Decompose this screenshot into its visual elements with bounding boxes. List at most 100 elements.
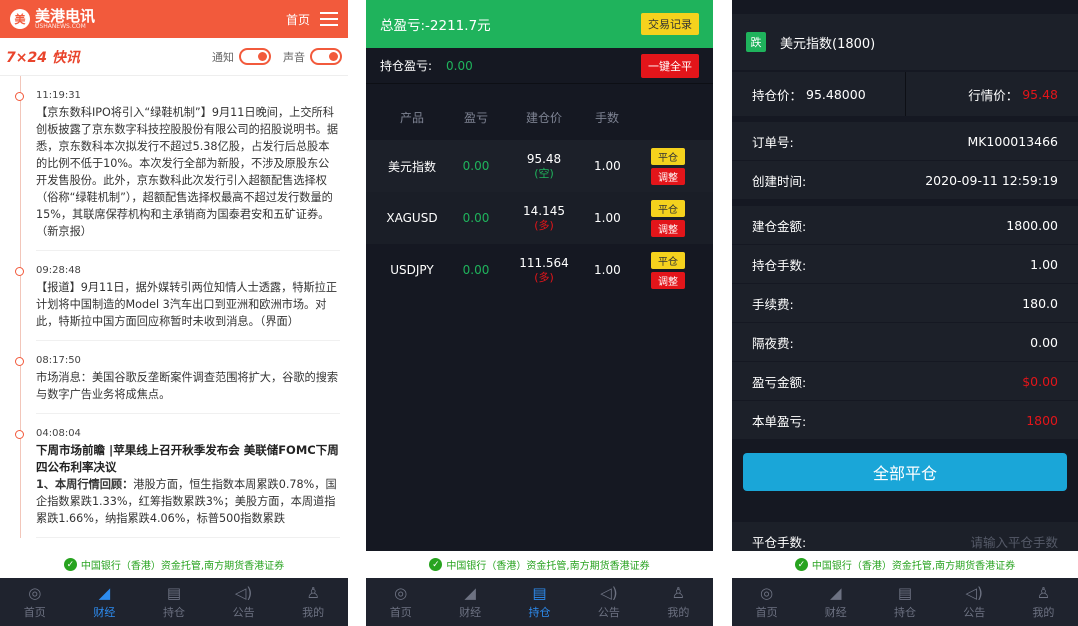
- shield-check-icon: ✓: [429, 558, 443, 571]
- nav-finance[interactable]: ◢ 财经: [435, 578, 504, 626]
- nav-finance[interactable]: ◢ 财经: [70, 578, 140, 626]
- nav-positions[interactable]: ▤ 持仓: [870, 578, 939, 626]
- lots-label: 持仓手数:: [752, 257, 807, 273]
- created-row: 创建时间: 2020-09-11 12:59:19: [732, 161, 1078, 200]
- timeline-dot-icon: [15, 92, 24, 101]
- news-text: 【京东数科IPO将引入“绿鞋机制”】9月11日晚间，上交所科创板披露了京东数字科…: [36, 106, 339, 238]
- news-time: 09:28:48: [36, 265, 81, 276]
- custody-text: 中国银行（香港）资金托管,南方期货香港证券: [446, 561, 650, 572]
- overnight-label: 隔夜费:: [752, 335, 794, 351]
- bottom-nav: ◎ 首页 ◢ 财经 ▤ 持仓 ◁) 公告 ♙ 我的: [732, 578, 1078, 626]
- adjust-button[interactable]: 调整: [651, 167, 685, 185]
- user-icon: ♙: [306, 583, 320, 602]
- order-title: 美元指数(1800): [780, 36, 876, 52]
- row-product: 美元指数: [387, 159, 436, 174]
- notify-label: 通知: [212, 50, 234, 64]
- nav-mine[interactable]: ♙ 我的: [278, 578, 348, 626]
- home-link[interactable]: 首页: [286, 11, 310, 28]
- news-item[interactable]: 04:08:04 下周市场前瞻 |苹果线上召开秋季发布会 美联储FOMC下周四公…: [15, 414, 340, 538]
- notify-toggle[interactable]: [239, 48, 271, 65]
- row-price-value: 111.564: [519, 255, 569, 270]
- adjust-button[interactable]: 调整: [651, 271, 685, 289]
- lots-row: 持仓手数: 1.00: [732, 245, 1078, 284]
- nav-mine[interactable]: ♙ 我的: [644, 578, 713, 626]
- globe-icon: ◎: [394, 583, 408, 602]
- position-icon: ▤: [166, 583, 182, 602]
- row-price-value: 14.145: [523, 203, 565, 218]
- menu-icon[interactable]: [320, 12, 338, 26]
- hold-pl-bar: 持仓盈亏: 0.00 一键全平: [366, 48, 713, 84]
- adjust-button[interactable]: 调整: [651, 219, 685, 237]
- row-pl: 0.00: [462, 159, 490, 173]
- position-icon: ▤: [532, 583, 547, 602]
- nav-home[interactable]: ◎ 首页: [732, 578, 801, 626]
- total-pl: 总盈亏:-2211.7元: [380, 18, 491, 34]
- news-item[interactable]: 09:28:48 【报道】9月11日，据外媒转引两位知情人士透露，特斯拉正计划将…: [15, 251, 340, 341]
- positions-header: 总盈亏:-2211.7元 交易记录: [366, 0, 713, 48]
- trade-records-button[interactable]: 交易记录: [641, 13, 699, 35]
- table-row[interactable]: 美元指数 0.00 95.48 (空) 1.00 平仓 调整: [366, 140, 713, 192]
- nav-notice[interactable]: ◁) 公告: [574, 578, 643, 626]
- close-position-button[interactable]: 平仓: [651, 147, 685, 165]
- close-position-button[interactable]: 平仓: [651, 251, 685, 269]
- close-all-position-button[interactable]: 全部平仓: [743, 453, 1067, 491]
- nav-label: 财经: [93, 605, 116, 619]
- overnight-row: 隔夜费: 0.00: [732, 323, 1078, 362]
- row-lots: 1.00: [594, 263, 621, 277]
- order-no: MK100013466: [967, 133, 1058, 149]
- overnight-value: 0.00: [1030, 334, 1058, 350]
- close-all-button[interactable]: 一键全平: [641, 53, 699, 78]
- nav-home[interactable]: ◎ 首页: [0, 578, 70, 626]
- nav-label: 财经: [824, 605, 847, 619]
- table-row[interactable]: XAGUSD 0.00 14.145 (多) 1.00 平仓 调整: [366, 192, 713, 244]
- row-side: (多): [534, 218, 554, 232]
- row-price: 111.564 (多): [494, 256, 594, 285]
- nav-positions[interactable]: ▤ 持仓: [505, 578, 574, 626]
- positions-screen: 总盈亏:-2211.7元 交易记录 持仓盈亏: 0.00 一键全平 产品 盈亏 …: [366, 0, 713, 626]
- shield-check-icon: ✓: [63, 558, 77, 571]
- logo-name: 美港电讯: [35, 6, 96, 25]
- pl-amount-label: 盈亏金额:: [752, 374, 807, 390]
- nav-positions[interactable]: ▤ 持仓: [139, 578, 209, 626]
- sound-toggle[interactable]: [310, 48, 342, 65]
- row-side: (多): [534, 270, 554, 284]
- row-product: USDJPY: [390, 263, 434, 277]
- row-price: 95.48 (空): [494, 152, 594, 181]
- speaker-icon: ◁): [965, 583, 983, 602]
- custody-banner: ✓ 中国银行（香港）资金托管,南方期货香港证券: [0, 551, 348, 578]
- close-position-button[interactable]: 平仓: [651, 199, 685, 217]
- nav-label: 我的: [302, 605, 325, 619]
- lots-value: 1.00: [1030, 256, 1058, 272]
- order-pl-label: 本单盈亏:: [752, 413, 807, 429]
- nav-mine[interactable]: ♙ 我的: [1009, 578, 1078, 626]
- globe-icon: ◎: [28, 583, 42, 602]
- row-pl: 0.00: [462, 263, 490, 277]
- nav-home[interactable]: ◎ 首页: [366, 578, 435, 626]
- logo-mark-icon: 美: [10, 9, 30, 29]
- close-lots-input[interactable]: 请输入平仓手数: [970, 532, 1058, 551]
- row-side: (空): [534, 166, 554, 180]
- news-text: 【报道】9月11日，据外媒转引两位知情人士透露，特斯拉正计划将中国制造的Mode…: [36, 281, 338, 328]
- news-time: 08:17:50: [36, 355, 81, 366]
- news-item[interactable]: 08:17:50 市场消息：美国谷歌反垄断案件调查范围将扩大，谷歌的搜索与数字广…: [15, 341, 340, 414]
- timeline-dot-icon: [15, 430, 24, 439]
- order-title-bar: 跌 美元指数(1800): [732, 14, 1078, 70]
- nav-label: 首页: [23, 605, 46, 619]
- news-item[interactable]: 11:19:31 【京东数科IPO将引入“绿鞋机制”】9月11日晚间，上交所科创…: [15, 76, 340, 251]
- custody-banner: ✓ 中国银行（香港）资金托管,南方期货香港证券: [732, 551, 1078, 578]
- app-logo: 美 美港电讯 USHANEWS.COM: [10, 6, 96, 30]
- nav-notice[interactable]: ◁) 公告: [209, 578, 279, 626]
- news-time: 11:19:31: [36, 90, 81, 101]
- table-row[interactable]: USDJPY 0.00 111.564 (多) 1.00 平仓调整: [366, 244, 713, 296]
- hold-pl-label: 持仓盈亏:: [380, 59, 433, 73]
- order-no-label: 订单号:: [752, 134, 794, 150]
- price-row: 持仓价： 95.48000 行情价： 95.48: [732, 72, 1078, 116]
- speaker-icon: ◁): [234, 583, 253, 602]
- news-text: 1、本周行情回顾：港股方面，恒生指数本周累跌0.78%，国企指数累跌1.33%，…: [36, 476, 340, 527]
- nav-label: 首页: [755, 605, 778, 619]
- nav-notice[interactable]: ◁) 公告: [940, 578, 1009, 626]
- position-icon: ▤: [897, 583, 913, 602]
- nav-finance[interactable]: ◢ 财经: [801, 578, 870, 626]
- brand-title: 7×24 快讯: [6, 49, 80, 66]
- nav-label: 持仓: [162, 605, 185, 619]
